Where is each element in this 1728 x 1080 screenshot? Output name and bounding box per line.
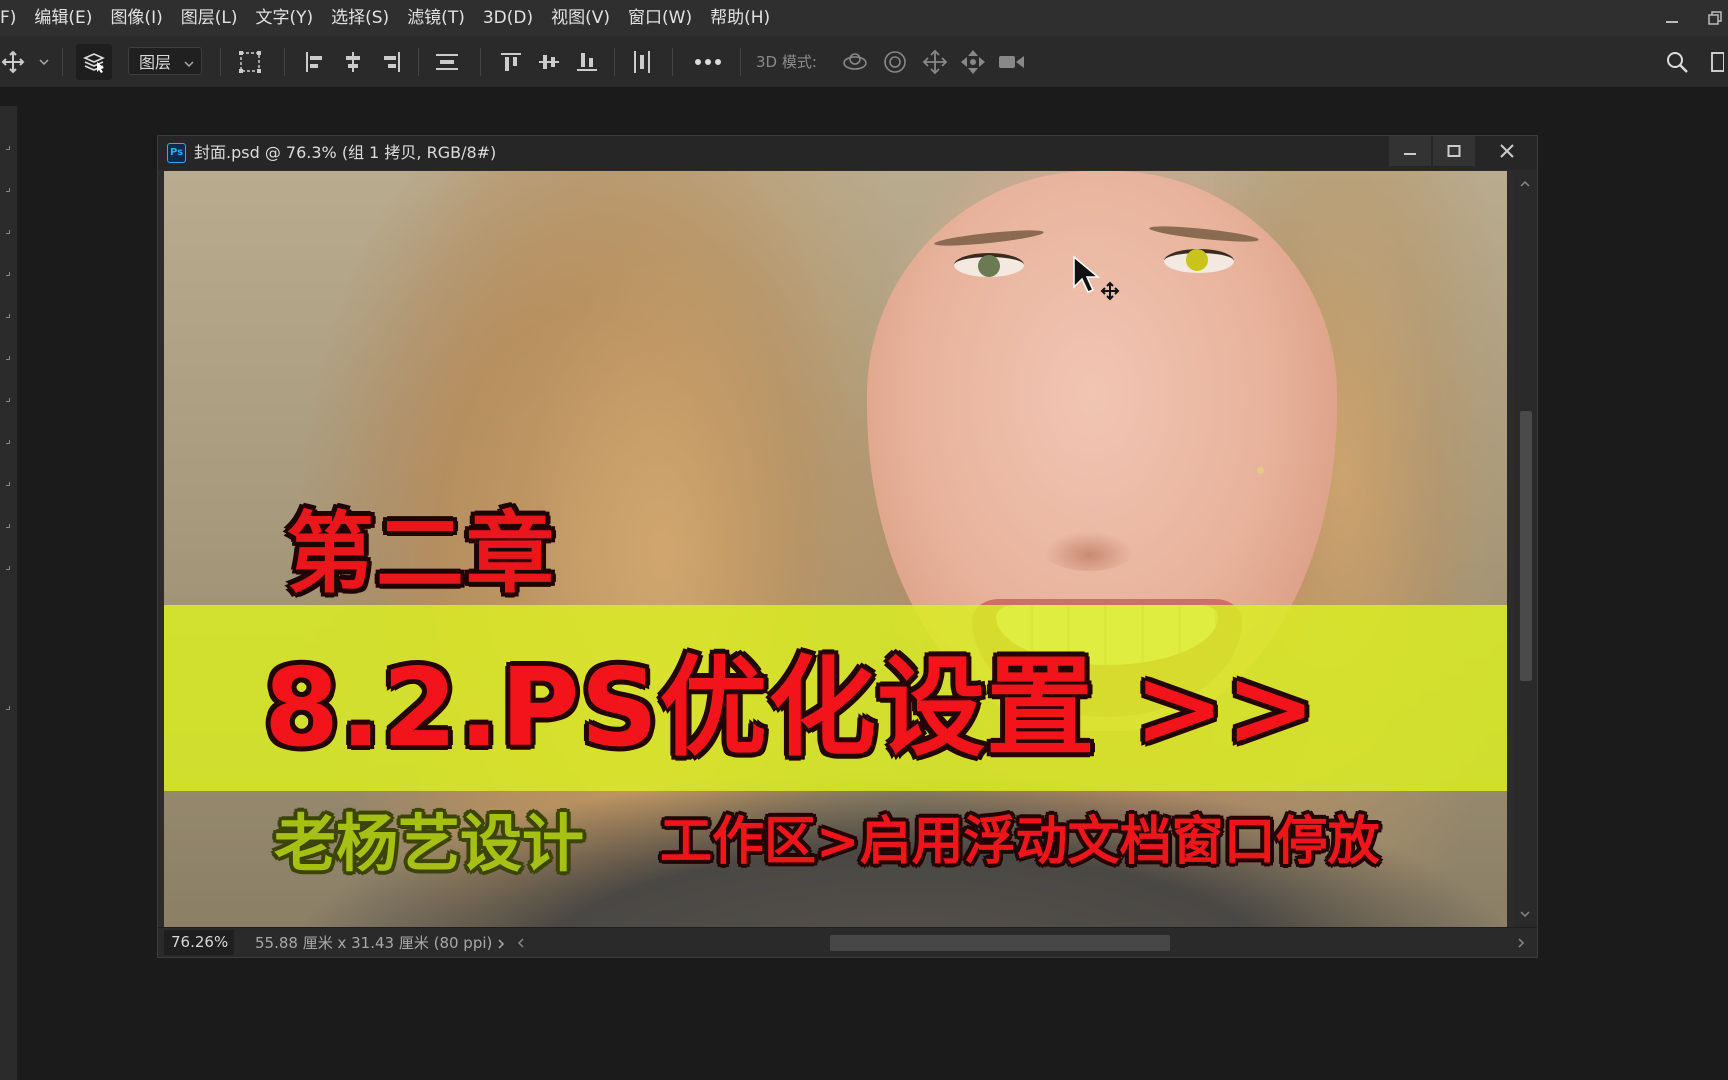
cover-main-title: 8.2.PS优化设置 >> [264,646,1317,771]
move-tool-icon[interactable] [0,36,26,88]
document-minimize-button[interactable] [1389,136,1431,166]
app-restore-icon[interactable] [1706,10,1722,26]
menu-bar: F) 编辑(E) 图像(I) 图层(L) 文字(Y) 选择(S) 滤镜(T) 3… [0,0,1728,36]
align-left-edges-icon[interactable] [300,36,330,88]
status-menu-arrow-icon[interactable] [496,938,506,950]
document-window-controls [1387,136,1537,168]
tools-panel [0,106,18,1080]
tool-group-indicator [6,272,10,276]
tool-group-indicator [6,566,10,570]
cover-chapter-text: 第二章 [286,502,557,605]
app-minimize-icon[interactable] [1664,10,1680,26]
menu-help[interactable]: 帮助(H) [701,0,779,36]
3d-scale-camera-icon[interactable] [994,36,1030,88]
transform-controls-icon[interactable] [234,36,266,88]
vertical-scroll-thumb[interactable] [1520,411,1532,681]
tool-group-indicator [6,356,10,360]
vertical-scrollbar[interactable] [1513,171,1537,927]
tool-group-indicator [6,188,10,192]
tool-group-indicator [6,524,10,528]
auto-select-target-dropdown[interactable]: 图层 [128,47,202,75]
align-horizontal-centers-icon[interactable] [338,36,368,88]
options-bar: 图层 3D 模式: [0,36,1728,88]
scroll-right-icon[interactable] [1516,937,1526,949]
menu-window[interactable]: 窗口(W) [619,0,701,36]
distribute-vertical-icon[interactable] [430,36,464,88]
photo-earring [1257,467,1264,474]
menu-file[interactable]: F) [0,0,25,36]
menu-view[interactable]: 视图(V) [542,0,619,36]
separator [220,48,221,76]
zoom-level-field[interactable]: 76.26% [164,930,234,955]
separator [480,48,481,76]
align-top-edges-icon[interactable] [496,36,526,88]
chevron-down-icon [183,55,195,74]
photo-eye-left [954,253,1024,277]
photo-nose [1044,531,1134,571]
align-vertical-centers-icon[interactable] [534,36,564,88]
3d-pan-icon[interactable] [918,36,952,88]
separator [284,48,285,76]
more-options-icon[interactable] [690,36,726,88]
search-icon[interactable] [1662,36,1692,88]
menu-layer[interactable]: 图层(L) [172,0,247,36]
tool-preset-chevron-icon[interactable] [36,36,52,88]
align-right-edges-icon[interactable] [376,36,406,88]
3d-orbit-icon[interactable] [838,36,872,88]
separator [740,48,741,76]
document-status-bar: 76.26% 55.88 厘米 x 31.43 厘米 (80 ppi) [158,927,1537,957]
document-size-info[interactable]: 55.88 厘米 x 31.43 厘米 (80 ppi) [255,928,492,958]
photo-iris-right [1186,249,1208,271]
menu-filter[interactable]: 滤镜(T) [398,0,474,36]
scroll-up-icon[interactable] [1519,179,1531,189]
auto-select-layers-icon[interactable] [76,44,112,80]
menu-select[interactable]: 选择(S) [322,0,398,36]
tool-group-indicator [6,482,10,486]
tool-group-indicator [6,398,10,402]
document-title-bar[interactable]: Ps 封面.psd @ 76.3% (组 1 拷贝, RGB/8#) [158,136,1537,170]
tool-group-indicator [6,230,10,234]
document-close-button[interactable] [1477,136,1537,166]
tool-group-indicator [6,314,10,318]
tool-group-indicator [6,440,10,444]
maximize-icon [1447,145,1461,157]
horizontal-scrollbar[interactable] [516,931,1526,955]
separator [418,48,419,76]
workspace-icon[interactable] [1706,36,1728,88]
distribute-horizontal-icon[interactable] [626,36,658,88]
document-title: 封面.psd @ 76.3% (组 1 拷贝, RGB/8#) [194,143,497,162]
mouse-cursor-move-icon [1072,255,1122,309]
3d-mode-label: 3D 模式: [756,53,817,71]
scroll-left-icon[interactable] [516,937,526,949]
menu-image[interactable]: 图像(I) [101,0,171,36]
menu-edit[interactable]: 编辑(E) [25,0,101,36]
auto-select-target-value: 图层 [139,53,172,72]
document-canvas[interactable]: 第二章 8.2.PS优化设置 >> 老杨艺设计 工作区>启用浮动文档窗口停放 [164,171,1507,927]
document-window[interactable]: Ps 封面.psd @ 76.3% (组 1 拷贝, RGB/8#) 第二章 8… [157,135,1538,958]
cover-author-text: 老杨艺设计 [274,807,585,880]
tool-group-indicator [6,146,10,150]
align-bottom-edges-icon[interactable] [572,36,602,88]
menu-type[interactable]: 文字(Y) [246,0,322,36]
photoshop-file-icon: Ps [167,143,186,163]
photo-iris-left [978,255,1000,277]
minimize-icon [1404,153,1416,155]
close-icon [1500,144,1514,158]
scroll-down-icon[interactable] [1519,909,1531,919]
separator [62,48,63,76]
photo-eye-right [1164,249,1234,273]
cover-path-text: 工作区>启用浮动文档窗口停放 [660,812,1380,872]
document-maximize-button[interactable] [1433,136,1475,166]
separator [672,48,673,76]
3d-roll-icon[interactable] [878,36,912,88]
tool-group-indicator [6,706,10,710]
3d-slide-icon[interactable] [956,36,990,88]
horizontal-scroll-thumb[interactable] [830,935,1170,951]
menu-3d[interactable]: 3D(D) [474,0,542,36]
app-window-controls [1664,0,1728,36]
separator [614,48,615,76]
